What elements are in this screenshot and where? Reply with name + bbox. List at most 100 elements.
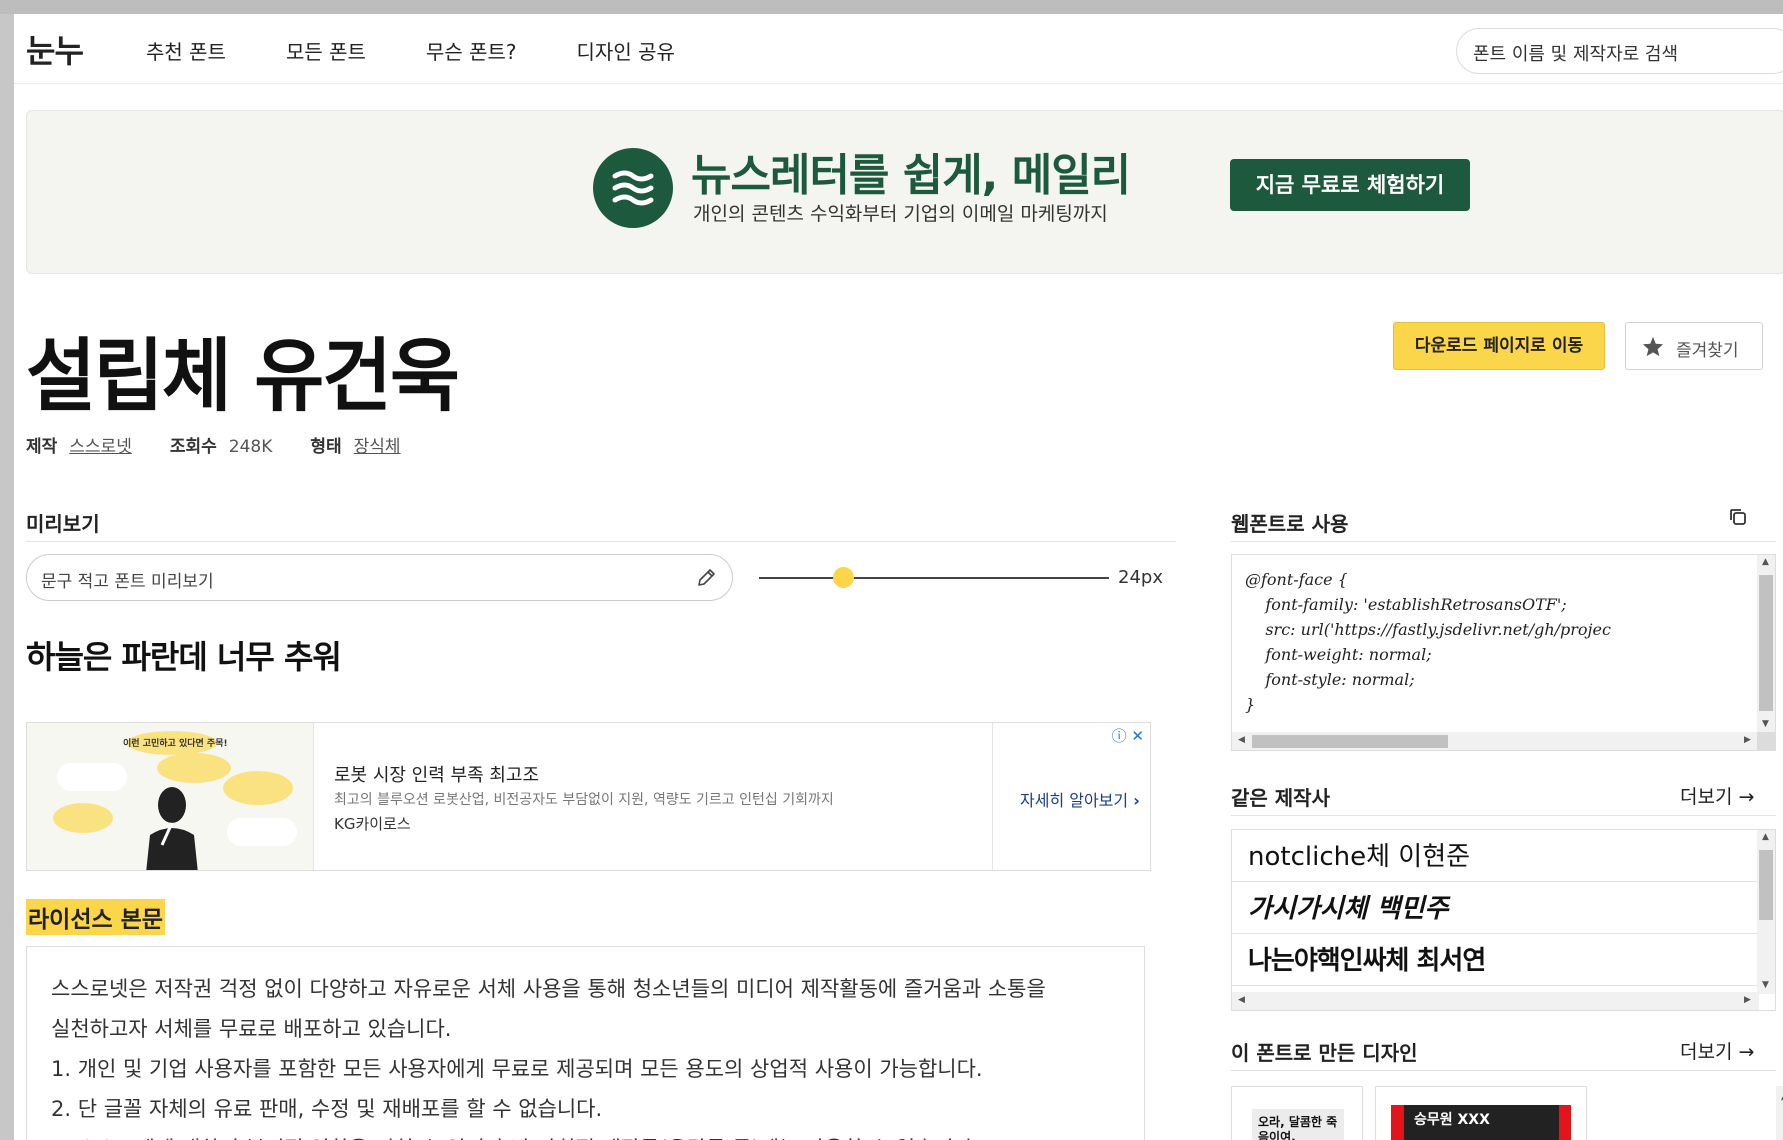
ad-title[interactable]: 로봇 시장 인력 부족 최고조 xyxy=(334,761,539,787)
scroll-left-icon[interactable]: ◀ xyxy=(1238,995,1245,1005)
divider xyxy=(1231,541,1776,542)
preview-input-placeholder: 문구 적고 폰트 미리보기 xyxy=(41,572,214,592)
nav-item-design-share[interactable]: 디자인 공유 xyxy=(577,36,675,65)
code-vertical-scrollbar[interactable]: ▲ ▼ xyxy=(1757,555,1775,733)
ad-image-bubble xyxy=(223,771,293,805)
font-sample: 나는야핵인싸체 최서연 xyxy=(1248,946,1486,976)
font-size-slider[interactable] xyxy=(759,577,1109,579)
font-sample: notcliche체 이현준 xyxy=(1248,842,1471,872)
divider xyxy=(1231,815,1776,816)
list-horizontal-scrollbar[interactable]: ◀ ▶ xyxy=(1232,992,1759,1010)
ad-learn-more-link[interactable]: 자세히 알아보기 › xyxy=(1020,787,1140,811)
thumbnail-image: 승무원 XXX xyxy=(1404,1105,1559,1140)
download-page-button[interactable]: 다운로드 페이지로 이동 xyxy=(1393,322,1605,370)
same-maker-title: 같은 제작사 xyxy=(1231,786,1330,810)
ad-image: 이런 고민하고 있다면 주목! xyxy=(27,723,314,870)
designs-title: 이 폰트로 만든 디자인 xyxy=(1231,1041,1418,1065)
scroll-down-icon[interactable]: ▼ xyxy=(1762,719,1769,729)
scrollbar-thumb[interactable] xyxy=(1252,735,1448,748)
license-line: 3. 스스로넷에 대하여 부정적 영향을 미칠 수 있거나 반 사회적 제작물(… xyxy=(51,1129,1120,1140)
maker-link[interactable]: 스스로넷 xyxy=(69,437,132,457)
design-thumbnail[interactable]: 오라, 달콤한 죽음이여. xyxy=(1231,1086,1363,1140)
list-vertical-scrollbar[interactable]: ▲ ▼ xyxy=(1757,830,1775,994)
code-line: } xyxy=(1245,695,1256,714)
thumbnail-image: 오라, 달콤한 죽음이여. xyxy=(1252,1109,1344,1140)
pencil-icon xyxy=(698,569,715,586)
preview-title: 미리보기 xyxy=(26,512,100,536)
nav-item-recommended[interactable]: 추천 폰트 xyxy=(146,36,226,65)
webfont-title: 웹폰트로 사용 xyxy=(1231,512,1349,536)
favorite-label: 즐겨찾기 xyxy=(1676,341,1739,361)
nav-item-what-font[interactable]: 무슨 폰트? xyxy=(426,36,517,65)
meta-key: 조회수 xyxy=(169,437,217,457)
code-line: font-style: normal; xyxy=(1245,670,1415,689)
font-size-value: 24px xyxy=(1118,567,1163,588)
code-line: font-weight: normal; xyxy=(1245,645,1432,664)
scroll-up-icon[interactable]: ▲ xyxy=(1762,557,1769,567)
webfont-code: @font-face { font-family: 'establishRetr… xyxy=(1245,567,1765,717)
meta-maker: 제작 스스로넷 xyxy=(26,432,132,457)
copy-icon[interactable] xyxy=(1728,507,1748,527)
scroll-left-icon[interactable]: ◀ xyxy=(1238,735,1245,745)
scrollbar-corner xyxy=(1757,732,1775,750)
banner-title: 뉴스레터를 쉽게, 메일리 xyxy=(691,150,1131,201)
ad-divider xyxy=(992,723,993,870)
site-logo[interactable]: 눈누 xyxy=(26,26,84,72)
code-line: src: url('https://fastly.jsdelivr.net/gh… xyxy=(1245,620,1611,639)
banner-cta-button[interactable]: 지금 무료로 체험하기 xyxy=(1230,159,1470,211)
font-name: 설립체 유건욱 xyxy=(26,329,460,423)
code-line: font-family: 'establishRetrosansOTF'; xyxy=(1245,595,1567,614)
scrollbar-thumb[interactable] xyxy=(1759,850,1773,920)
inline-ad[interactable]: 이런 고민하고 있다면 주목! 로봇 시장 인력 부족 최고조 최고의 블루오션… xyxy=(26,722,1151,871)
webfont-code-box[interactable]: @font-face { font-family: 'establishRetr… xyxy=(1231,554,1776,751)
code-line: @font-face { xyxy=(1245,570,1348,589)
list-item[interactable]: 나는야핵인싸체 최서연 xyxy=(1232,934,1759,986)
star-icon xyxy=(1642,336,1664,357)
nav-item-all-fonts[interactable]: 모든 폰트 xyxy=(286,36,366,65)
font-sample: 가시가시체 백민주 xyxy=(1248,894,1449,924)
window-left-edge xyxy=(0,14,14,1140)
license-line: 2. 단 글꼴 자체의 유료 판매, 수정 및 재배포를 할 수 없습니다. xyxy=(51,1097,603,1121)
ad-image-bubble xyxy=(157,753,231,783)
banner-ad[interactable]: 뉴스레터를 쉽게, 메일리 개인의 콘텐츠 수익화부터 기업의 이메일 마케팅까… xyxy=(26,110,1783,274)
type-link[interactable]: 장식체 xyxy=(354,437,401,457)
thumbnails-scrollbar[interactable]: ▲ xyxy=(1776,1086,1783,1140)
font-meta: 제작 스스로넷 조회수 248K 형태 장식체 xyxy=(26,432,401,457)
same-maker-list: notcliche체 이현준 가시가시체 백민주 나는야핵인싸체 최서연 ▲ ▼… xyxy=(1231,829,1776,1011)
favorite-button[interactable]: 즐겨찾기 xyxy=(1625,322,1763,370)
meta-key: 제작 xyxy=(26,437,58,457)
site-header: 눈누 추천 폰트 모든 폰트 무슨 폰트? 디자인 공유 폰트 이름 및 제작자… xyxy=(14,14,1783,84)
list-item[interactable]: notcliche체 이현준 xyxy=(1232,830,1759,882)
maily-logo-icon xyxy=(593,148,673,228)
page: 눈누 추천 폰트 모든 폰트 무슨 폰트? 디자인 공유 폰트 이름 및 제작자… xyxy=(14,14,1783,1140)
preview-sample-text: 하늘은 파란데 너무 추워 xyxy=(26,638,342,676)
ad-link-label: 자세히 알아보기 xyxy=(1020,791,1129,810)
code-horizontal-scrollbar[interactable]: ◀ ▶ xyxy=(1232,732,1759,750)
ad-image-bubble xyxy=(227,818,297,846)
ad-image-bubble xyxy=(53,803,113,833)
license-line: 실천하고자 서체를 무료로 배포하고 있습니다. xyxy=(51,1017,452,1041)
scroll-right-icon[interactable]: ▶ xyxy=(1744,735,1751,745)
same-maker-more-link[interactable]: 더보기 → xyxy=(1680,782,1754,809)
scrollbar-thumb[interactable] xyxy=(1759,575,1773,711)
meta-views: 조회수 248K xyxy=(170,432,273,457)
person-illustration-icon xyxy=(146,787,198,870)
font-size-slider-handle[interactable] xyxy=(832,567,854,588)
meta-key: 형태 xyxy=(310,437,342,457)
list-item[interactable]: 가시가시체 백민주 xyxy=(1232,882,1759,934)
license-body: 스스로넷은 저작권 걱정 없이 다양하고 자유로운 서체 사용을 통해 청소년들… xyxy=(26,946,1145,1140)
designs-more-link[interactable]: 더보기 → xyxy=(1680,1037,1754,1064)
meta-value: 248K xyxy=(228,437,273,457)
preview-input[interactable]: 문구 적고 폰트 미리보기 xyxy=(26,554,733,601)
design-thumbnail[interactable]: 승무원 XXX xyxy=(1375,1086,1587,1140)
ad-image-bubble xyxy=(57,763,127,791)
scroll-down-icon[interactable]: ▼ xyxy=(1762,980,1769,990)
scroll-up-icon[interactable]: ▲ xyxy=(1762,832,1769,842)
ad-description: 최고의 블루오션 로봇산업, 비전공자도 부담없이 지원, 역량도 기르고 인턴… xyxy=(334,792,834,808)
license-line: 1. 개인 및 기업 사용자를 포함한 모든 사용자에게 무료로 제공되며 모든… xyxy=(51,1057,983,1081)
search-input[interactable]: 폰트 이름 및 제작자로 검색 xyxy=(1456,28,1783,74)
license-line: 스스로넷은 저작권 걱정 없이 다양하고 자유로운 서체 사용을 통해 청소년들… xyxy=(51,977,1046,1001)
ad-close-icon[interactable]: ⓘ ✕ xyxy=(1112,725,1144,746)
main-nav: 추천 폰트 모든 폰트 무슨 폰트? 디자인 공유 xyxy=(146,36,675,65)
scroll-right-icon[interactable]: ▶ xyxy=(1744,995,1751,1005)
